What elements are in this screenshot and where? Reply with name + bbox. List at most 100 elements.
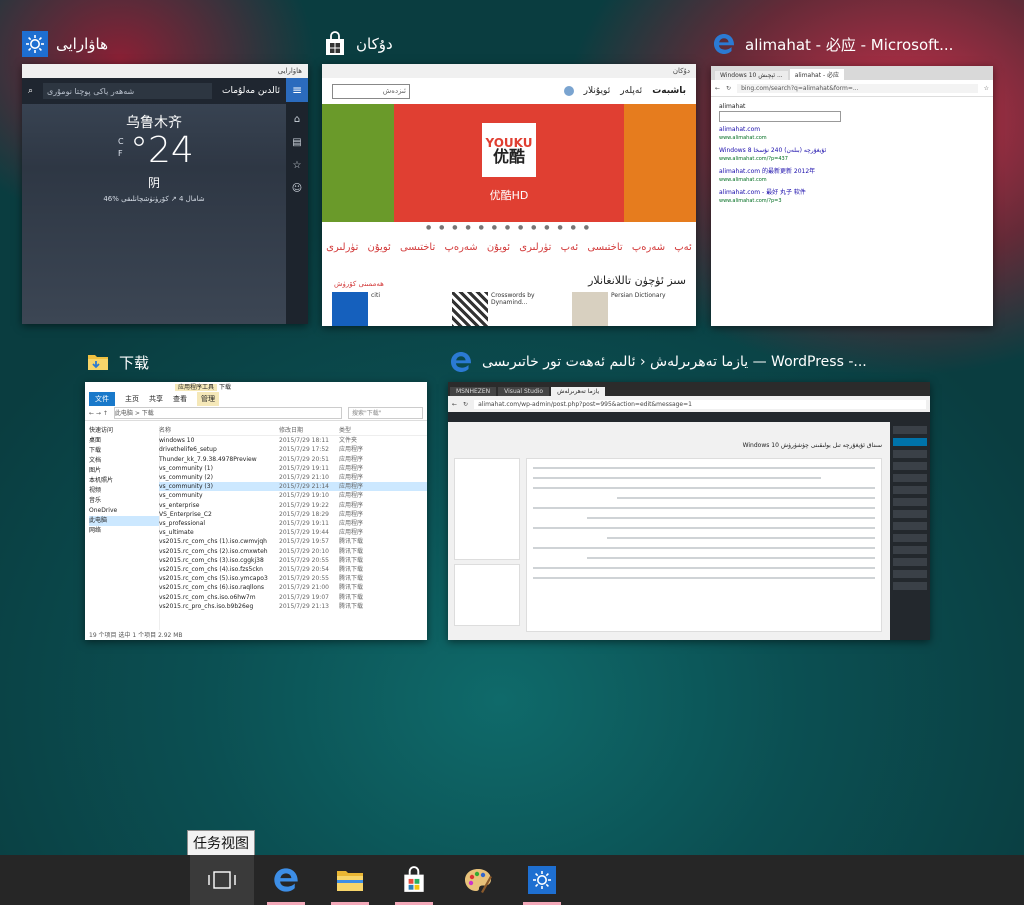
see-all-link: ھەممىنى كۆرۈش xyxy=(334,280,384,288)
url-field: alimahat.com/wp-admin/post.php?post=995&… xyxy=(474,399,926,409)
task-view-tooltip: 任务视图 xyxy=(187,830,255,856)
search-results: alimahat alimahat.com www.alimahat.com Wi… xyxy=(711,97,993,216)
table-row[interactable]: vs2015.rc_com_chs (4).iso.fzs5ckn 2015/7/… xyxy=(159,565,427,574)
taskbar-store-button[interactable] xyxy=(382,855,446,905)
table-row[interactable]: vs_community (3) 2015/7/29 21:14 应用程序 xyxy=(159,482,427,492)
smiley-icon: ☺ xyxy=(291,183,303,194)
city-name: 乌鲁木齐 xyxy=(126,115,182,131)
window-header: ھاۋارايى xyxy=(22,28,282,60)
table-row[interactable]: vs2015.rc_com_chs (2).iso.cmxwteh 2015/7/… xyxy=(159,547,427,556)
table-row[interactable]: vs2015.rc_com_chs.iso.o6hw7m 2015/7/29 19… xyxy=(159,593,427,602)
weather-sun-icon xyxy=(528,866,556,894)
url-field: bing.com/search?q=alimahat&form=... xyxy=(737,83,978,93)
weather-stats: 46% شامال 4 ↗ كۆرۈنۈشچانلىقى xyxy=(103,195,205,203)
store-bag-icon xyxy=(404,866,424,892)
back-icon: ← xyxy=(452,400,458,408)
star-icon: ☆ xyxy=(983,84,989,92)
address-bar: ← ↻ alimahat.com/wp-admin/post.php?post=… xyxy=(448,396,930,412)
store-bag-icon xyxy=(322,31,348,57)
table-row[interactable]: vs2015.rc_com_chs (3).iso.cggkj38 2015/7/… xyxy=(159,556,427,565)
window-edge-wordpress[interactable]: يازما تەھرىرلەش ‹ ئالىم ئەھەت تور خاتىرى… xyxy=(448,346,930,642)
window-header: يازما تەھرىرلەش ‹ ئالىم ئەھەت تور خاتىرى… xyxy=(448,346,930,378)
search-icon: ⌕ xyxy=(28,86,34,96)
window-header: دۇكان xyxy=(322,28,696,60)
table-row[interactable]: vs2015.rc_com_chs (6).iso.raqllons 2015/7… xyxy=(159,583,427,592)
window-explorer[interactable]: 下载 应用程序工具 下载 文件 主页 共享 查看 管理 ← → ↑ 此电脑 > … xyxy=(85,346,427,642)
tab-apps: ئەپلەر xyxy=(620,86,643,96)
youku-logo: YOUKU 优酷 xyxy=(482,123,536,177)
taskbar xyxy=(0,855,1024,905)
weather-header: ⌕ شەھەر ياكى پوچتا نومۇرى ئالدىن مەلۇمات xyxy=(22,78,286,104)
tab-games: ئويۇنلار xyxy=(583,86,611,96)
home-icon: ⌂ xyxy=(293,114,301,125)
search-input: شەھەر ياكى پوچتا نومۇرى xyxy=(43,83,212,99)
window-title: ھاۋارايى xyxy=(56,35,108,53)
table-row[interactable]: vs_community (2) 2015/7/29 21:10 应用程序 xyxy=(159,473,427,482)
task-view-icon xyxy=(208,871,236,889)
table-row[interactable]: vs_enterprise 2015/7/29 19:22 应用程序 xyxy=(159,501,427,510)
status-bar: 19 个项目 选中 1 个项目 2.92 MB xyxy=(89,632,183,639)
task-view-stage: ھاۋارايى ھاۋارايى ⌕ شەھەر ياكى پوچتا نوم… xyxy=(0,0,1024,855)
table-row[interactable]: vs_ultimate 2015/7/29 19:44 应用程序 xyxy=(159,528,427,537)
file-list: 名称 修改日期 类型 windows 10 2015/7/29 18:11 文件夹 dri… xyxy=(159,426,427,630)
app-tiles: citi Crosswords by Dynamind... Persian D… xyxy=(332,292,686,326)
map-icon: ▤ xyxy=(292,137,302,148)
table-row[interactable]: vs_professional 2015/7/29 19:11 应用程序 xyxy=(159,519,427,528)
window-thumbnail: 应用程序工具 下载 文件 主页 共享 查看 管理 ← → ↑ 此电脑 > 下载 … xyxy=(85,382,427,640)
hamburger-icon: ≡ xyxy=(286,78,308,102)
taskbar-paint-button[interactable] xyxy=(446,855,510,905)
browser-tabs: Windows 10 ئېچىش ... alimahat - 必应 xyxy=(711,66,993,80)
navigation-pane: 快速访问 桌面 下载 文档 图片 本机照片 视频 音乐 OneDrive 此电脑 网络 xyxy=(85,426,160,630)
store-nav: باشبەت ئەپلەر ئويۇنلار ئىزدەش xyxy=(322,78,696,104)
section-title: سىز ئۈچۈن تاللانغانلار xyxy=(588,274,686,287)
window-title: 下载 xyxy=(119,353,150,372)
weather-desc: 阴 xyxy=(147,176,160,190)
taskbar-weather-button[interactable] xyxy=(510,855,574,905)
table-row[interactable]: drivethelife6_setup 2015/7/29 17:52 应用程序 xyxy=(159,445,427,454)
table-row[interactable]: vs2015.rc_com_chs (1).iso.cwmvjqh 2015/7/… xyxy=(159,537,427,546)
window-title: يازما تەھرىرلەش ‹ ئالىم ئەھەت تور خاتىرى… xyxy=(482,354,867,370)
task-view-button[interactable] xyxy=(190,855,254,905)
window-edge-bing[interactable]: alimahat - 必应 - Microsoft... Windows 10 … xyxy=(711,28,993,326)
search-input: ئىزدەش xyxy=(332,83,410,99)
window-thumbnail: ھاۋارايى ⌕ شەھەر ياكى پوچتا نومۇرى ئالدى… xyxy=(22,64,308,324)
hero-banner: YOUKU 优酷 优酷HD xyxy=(322,104,696,222)
window-thumbnail: MSNHEZEN Visual Studio يازما تەھرىرلەش ←… xyxy=(448,382,930,640)
ribbon: 文件 主页 共享 查看 管理 xyxy=(85,392,427,406)
table-row[interactable]: VS_Enterprise_C2 2015/7/29 18:29 应用程序 xyxy=(159,510,427,519)
weather-sun-icon xyxy=(22,31,48,57)
temperature: °24 xyxy=(130,130,194,171)
carousel-dots: ● ● ● ● ● ● ● ● ● ● ● ● ● xyxy=(426,224,592,231)
edge-icon xyxy=(711,31,737,57)
avatar xyxy=(563,86,574,96)
address-bar: ← ↻ bing.com/search?q=alimahat&form=... … xyxy=(711,80,993,97)
table-row[interactable]: vs_community (1) 2015/7/29 19:11 应用程序 xyxy=(159,464,427,473)
table-row[interactable]: vs2015.rc_com_chs (5).iso.ymcapo3 2015/7/… xyxy=(159,574,427,583)
folder-icon xyxy=(85,349,111,375)
window-header: 下载 xyxy=(85,346,427,378)
taskbar-explorer-button[interactable] xyxy=(318,855,382,905)
paint-palette-icon xyxy=(465,869,492,893)
table-row[interactable]: vs_community 2015/7/29 19:10 应用程序 xyxy=(159,491,427,500)
table-row[interactable]: windows 10 2015/7/29 18:11 文件夹 xyxy=(159,436,427,445)
star-icon: ☆ xyxy=(292,160,302,171)
search-box xyxy=(719,111,841,122)
window-store[interactable]: دۇكان دۇكان باشبەت ئەپلەر ئويۇنلار ئىزدە… xyxy=(322,28,696,326)
refresh-icon: ↻ xyxy=(463,400,469,408)
table-row[interactable]: Thunder_kk_7.9.38.4978Preview 2015/7/29 2… xyxy=(159,455,427,464)
app-chrome: ھاۋارايى xyxy=(22,64,308,78)
edge-icon xyxy=(274,868,298,892)
unit-toggle: CF xyxy=(118,137,124,158)
window-weather[interactable]: ھاۋارايى ھاۋارايى ⌕ شەھەر ياكى پوچتا نوم… xyxy=(22,28,308,326)
wp-admin-menu xyxy=(890,422,930,640)
address-bar: ← → ↑ 此电脑 > 下载 搜索"下载" xyxy=(85,406,427,421)
window-thumbnail: Windows 10 ئېچىش ... alimahat - 必应 ← ↻ b… xyxy=(711,66,993,326)
edge-icon xyxy=(448,349,474,375)
weather-sidebar: ≡ ⌂ ▤ ☆ ☺ xyxy=(286,78,308,324)
query-text: alimahat xyxy=(719,103,746,110)
app-chrome: دۇكان xyxy=(322,64,696,78)
back-icon: ← xyxy=(715,84,721,92)
wp-editor: Windows 10 سىناق ئۇيغۇرچە تىل بولىقىنى چ… xyxy=(448,422,890,640)
table-row[interactable]: vs2015.rc_pro_chs.iso.b9b26eg 2015/7/29 2… xyxy=(159,602,427,611)
taskbar-edge-button[interactable] xyxy=(254,855,318,905)
